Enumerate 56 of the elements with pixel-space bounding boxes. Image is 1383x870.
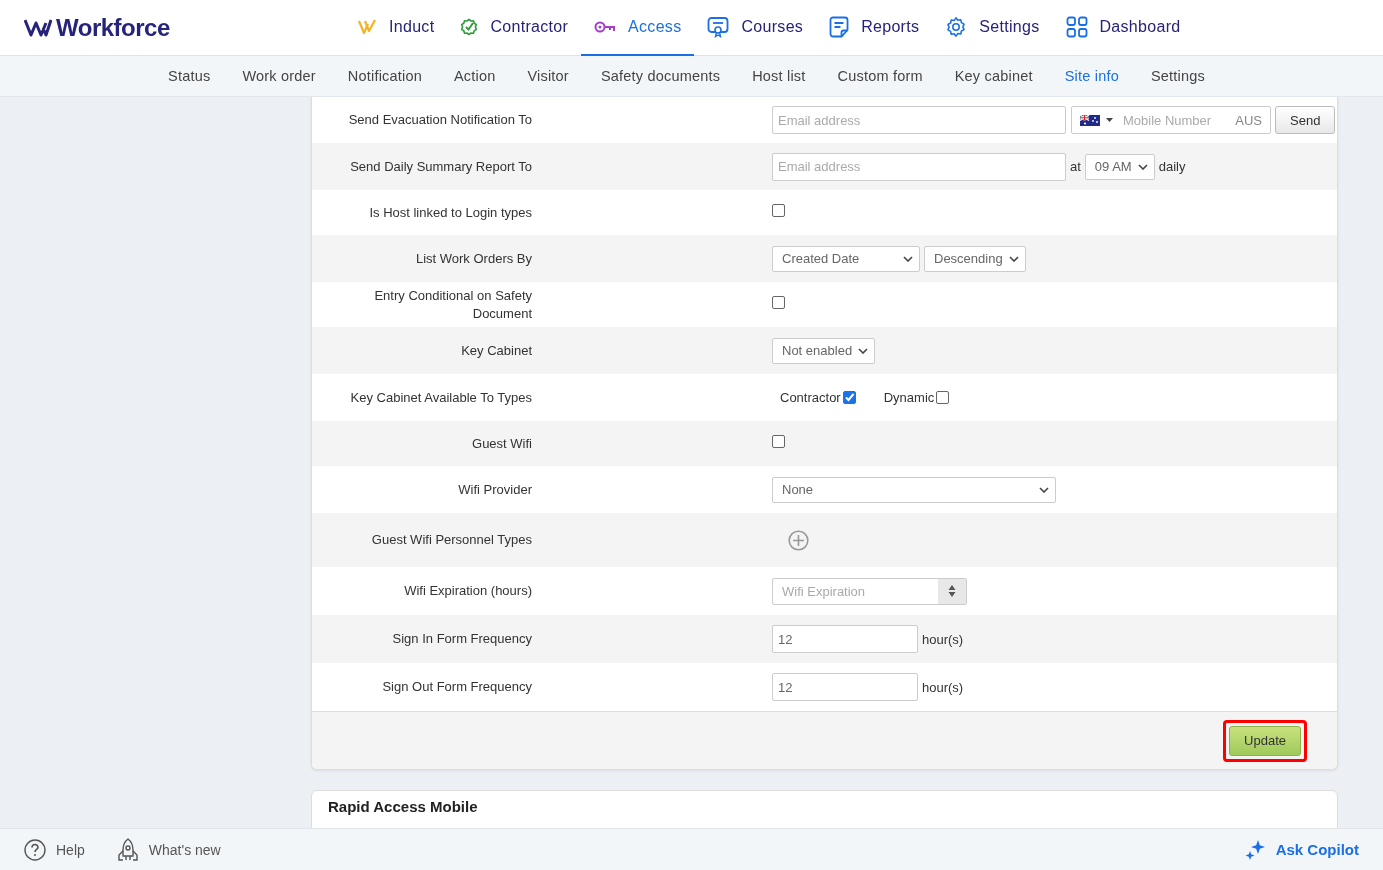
nav-tab[interactable]: Dashboard: [1052, 0, 1194, 56]
field-label: Entry Conditional on Safety Document: [374, 287, 532, 321]
send-button[interactable]: Send: [1275, 106, 1336, 134]
checkbox-label: Contractor: [780, 390, 841, 405]
field-placeholder: Wifi Expiration: [782, 583, 866, 599]
email-field[interactable]: Email address: [772, 106, 1066, 134]
nav-tab[interactable]: Reports: [816, 0, 933, 56]
nav-tab[interactable]: Settings: [932, 0, 1053, 56]
field-label: Guest Wifi: [472, 435, 532, 451]
checkbox-label: Dynamic: [883, 390, 935, 405]
nav-tab[interactable]: Courses: [694, 0, 817, 56]
phone-placeholder: Mobile Number: [1123, 112, 1212, 128]
field-label: Sign Out Form Frequency: [382, 679, 532, 694]
field-label: List Work Orders By: [415, 250, 532, 266]
daily-label: daily: [1158, 159, 1186, 174]
sub-nav-tab[interactable]: Key cabinet: [938, 56, 1049, 96]
brand-name: Workforce: [56, 13, 170, 42]
sub-nav-tab[interactable]: Action: [437, 56, 512, 96]
unit-label: hour(s): [922, 679, 964, 695]
sub-nav-tab[interactable]: Host list: [736, 56, 822, 96]
help-link[interactable]: Help: [24, 838, 85, 861]
field-label: Key Cabinet Available To Types: [350, 389, 532, 405]
phone-field[interactable]: Mobile Number AUS: [1071, 106, 1271, 134]
unit-label: hour(s): [922, 631, 964, 647]
nav-tab[interactable]: Induct: [344, 0, 448, 56]
time-select[interactable]: 09 AM: [1084, 153, 1155, 180]
whats-new-link[interactable]: What's new: [116, 837, 221, 862]
frequency-field[interactable]: 12: [772, 625, 918, 653]
field-label: Send Daily Summary Report To: [350, 158, 532, 174]
field-label: Send Evacuation Notification To: [348, 112, 532, 127]
at-label: at: [1070, 159, 1081, 174]
field-label: Wifi Provider: [458, 481, 532, 497]
sub-nav-tab[interactable]: Safety documents: [584, 56, 737, 96]
field-label: Guest Wifi Personnel Types: [371, 532, 532, 547]
sub-nav-tab[interactable]: Custom form: [821, 56, 939, 96]
wifi-provider-select[interactable]: None: [772, 476, 1056, 503]
update-button[interactable]: Update: [1229, 725, 1301, 756]
field-label: Key Cabinet: [461, 342, 532, 358]
key-cabinet-select[interactable]: Not enabled: [772, 337, 876, 364]
section-title: Rapid Access Mobile: [328, 798, 478, 815]
field-label: Wifi Expiration (hours): [404, 583, 532, 598]
sub-nav-tab[interactable]: Settings: [1134, 56, 1221, 96]
frequency-field[interactable]: 12: [772, 673, 918, 701]
sub-nav-tab[interactable]: Site info: [1048, 56, 1135, 96]
sub-nav-tab[interactable]: Notification: [331, 56, 438, 96]
sub-nav-tab[interactable]: Work order: [226, 56, 332, 96]
sort-select[interactable]: Created Date: [772, 245, 920, 272]
country-code: AUS: [1235, 112, 1262, 128]
sub-nav-tab[interactable]: Status: [152, 56, 227, 96]
field-label: Is Host linked to Login types: [369, 204, 532, 220]
sort-select[interactable]: Descending: [924, 245, 1026, 272]
email-field[interactable]: Email address: [772, 152, 1066, 181]
sub-nav-tab[interactable]: Visitor: [511, 56, 585, 96]
ask-copilot-link[interactable]: Ask Copilot: [1243, 838, 1359, 861]
field-label: Sign In Form Frequency: [392, 631, 532, 646]
nav-tab[interactable]: Contractor: [447, 0, 582, 56]
